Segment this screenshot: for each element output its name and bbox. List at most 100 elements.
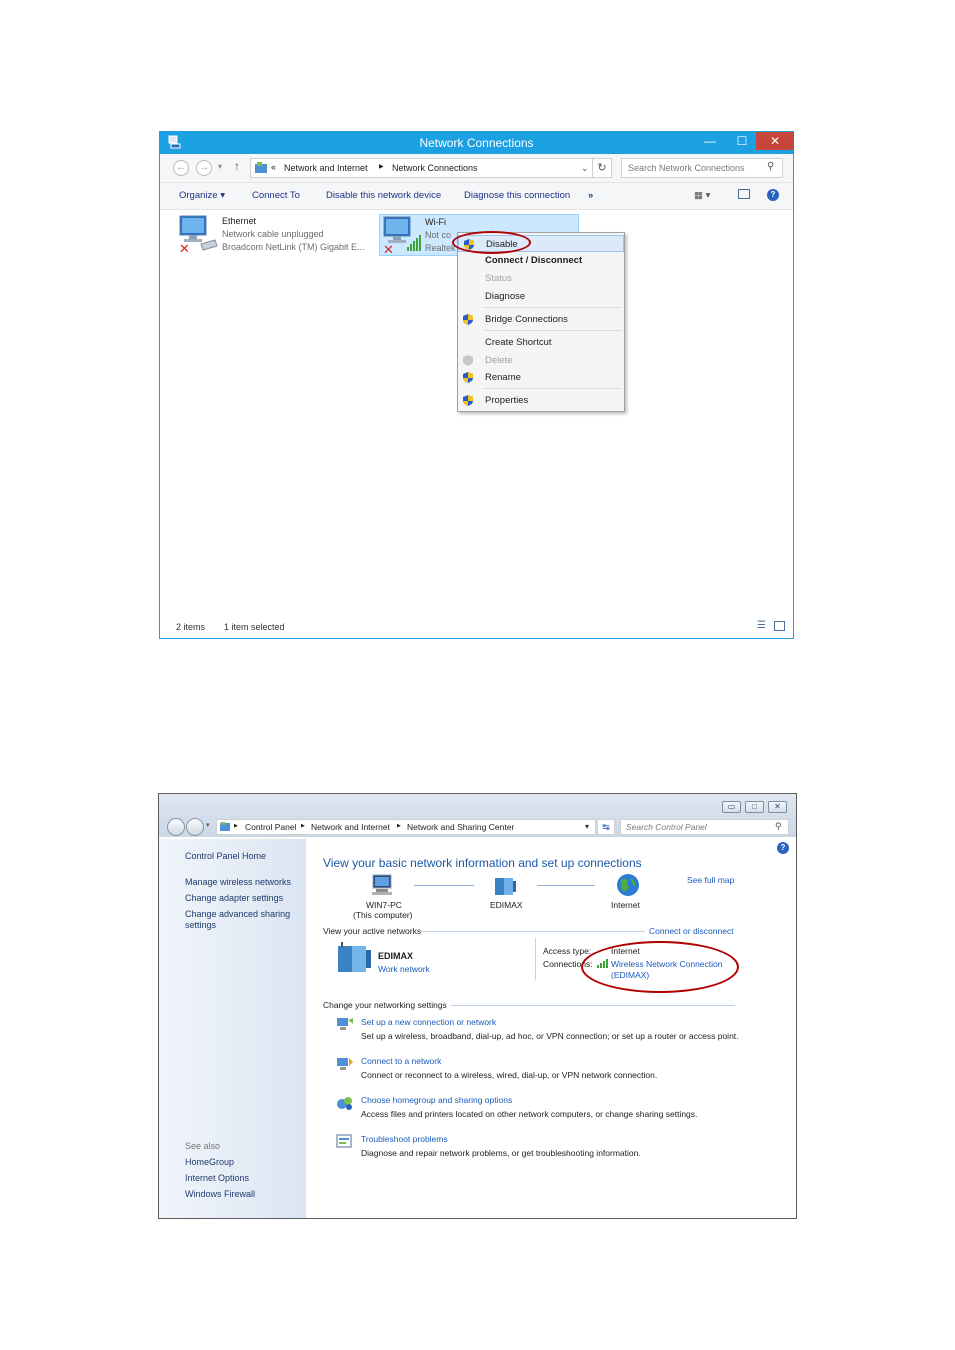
maximize-button[interactable]: ☐ (728, 132, 756, 150)
breadcrumb-separator-icon: ▶ (379, 164, 384, 170)
uac-shield-icon (463, 355, 473, 366)
left-nav-pane: Control Panel Home Manage wireless netwo… (159, 839, 306, 1218)
refresh-icon[interactable]: ↹ (597, 819, 615, 835)
preview-pane-icon[interactable] (738, 189, 750, 199)
map-connector-line (537, 885, 595, 886)
help-icon[interactable]: ? (777, 842, 789, 854)
search-icon[interactable]: ⚲ (767, 161, 774, 172)
uac-shield-icon (463, 314, 473, 325)
maximize-button[interactable]: □ (745, 801, 764, 813)
menu-item-diagnose[interactable]: Diagnose (458, 288, 624, 305)
close-button[interactable]: ✕ (756, 132, 794, 150)
svg-text:✕: ✕ (383, 243, 394, 255)
search-input[interactable]: Search Network Connections ⚲ (621, 158, 783, 178)
menu-item-connect-disconnect-label: Connect / Disconnect (485, 255, 583, 266)
ethernet-name: Ethernet (222, 216, 257, 226)
setup-connection-link[interactable]: Set up a new connection or network (361, 1017, 496, 1027)
change-advanced-sharing-link-line2[interactable]: settings (185, 920, 216, 930)
minimize-button[interactable]: ▭ (722, 801, 741, 813)
manage-wireless-networks-link[interactable]: Manage wireless networks (185, 877, 291, 887)
control-panel-icon (220, 822, 230, 831)
minimize-button[interactable]: — (696, 132, 724, 150)
breadcrumb-network-connections[interactable]: Network Connections (392, 163, 478, 173)
close-button[interactable]: ✕ (768, 801, 787, 813)
menu-item-properties-label: Properties (485, 395, 529, 406)
change-view-icon[interactable]: ▦ ▾ (694, 190, 710, 201)
troubleshoot-link[interactable]: Troubleshoot problems (361, 1134, 448, 1144)
back-arrow-icon[interactable]: ← (173, 160, 189, 176)
help-icon[interactable]: ? (767, 189, 779, 201)
breadcrumb-network-and-internet[interactable]: Network and Internet (284, 163, 368, 173)
menu-item-bridge-label: Bridge Connections (485, 314, 568, 325)
ethernet-connection-item[interactable]: ✕ Ethernet Network cable unplugged Broad… (177, 214, 377, 256)
back-arrow-icon[interactable] (167, 818, 185, 836)
address-dropdown-icon[interactable]: ▾ (585, 822, 589, 831)
menu-item-properties[interactable]: Properties (458, 392, 624, 409)
troubleshoot-icon (336, 1134, 352, 1148)
menu-item-connect-disconnect[interactable]: Connect / Disconnect (458, 252, 624, 269)
menu-item-bridge-connections[interactable]: Bridge Connections (458, 311, 624, 328)
organize-menu[interactable]: Organize ▾ (179, 190, 225, 201)
menu-item-status: Status (458, 270, 624, 287)
menu-item-delete: Delete (458, 352, 624, 369)
search-icon[interactable]: ⚲ (775, 821, 782, 832)
connect-or-disconnect-link[interactable]: Connect or disconnect (649, 926, 734, 936)
menu-item-create-shortcut-label: Create Shortcut (485, 337, 552, 348)
breadcrumb-overflow[interactable]: « (271, 162, 276, 172)
address-dropdown-icon[interactable]: ⌄ (581, 163, 589, 174)
menu-item-rename[interactable]: Rename (458, 369, 624, 386)
details-view-icon[interactable]: ☰ (757, 620, 766, 631)
vertical-divider (535, 938, 536, 980)
work-network-icon (338, 942, 371, 972)
homegroup-sharing-link[interactable]: Choose homegroup and sharing options (361, 1095, 512, 1105)
control-panel-home-link[interactable]: Control Panel Home (185, 851, 266, 861)
connect-network-description: Connect or reconnect to a wireless, wire… (361, 1070, 658, 1080)
change-adapter-settings-link[interactable]: Change adapter settings (185, 893, 283, 903)
address-box[interactable]: « Network and Internet ▶ Network Connect… (250, 158, 610, 178)
connect-network-link[interactable]: Connect to a network (361, 1056, 441, 1066)
new-connection-icon (337, 1018, 353, 1030)
status-selected-count: 1 item selected (224, 622, 285, 632)
map-connector-line (414, 885, 474, 886)
title-bar[interactable]: Network Connections — ☐ ✕ (160, 132, 794, 154)
status-item-count: 2 items (176, 622, 206, 632)
breadcrumb-sharing-center[interactable]: Network and Sharing Center (407, 822, 514, 832)
page-heading: View your basic network information and … (323, 856, 642, 870)
breadcrumb-network-and-internet[interactable]: Network and Internet (311, 822, 390, 832)
menu-separator (484, 307, 622, 308)
address-box[interactable]: ▶ Control Panel ▶ Network and Internet ▶… (216, 819, 596, 835)
context-menu: Disable Connect / Disconnect Status Diag… (457, 232, 625, 412)
see-full-map-link[interactable]: See full map (687, 875, 734, 885)
homegroup-icon (337, 1097, 352, 1110)
breadcrumb-control-panel[interactable]: Control Panel (245, 822, 297, 832)
recent-pages-chevron-icon[interactable]: ▾ (218, 162, 222, 171)
forward-arrow-icon[interactable]: → (196, 160, 212, 176)
disable-device-button[interactable]: Disable this network device (326, 190, 441, 201)
windows-firewall-link[interactable]: Windows Firewall (185, 1189, 255, 1199)
search-input[interactable]: Search Control Panel ⚲ (620, 819, 789, 835)
change-advanced-sharing-link[interactable]: Change advanced sharing (185, 909, 290, 919)
connect-to-button[interactable]: Connect To (252, 190, 300, 201)
more-commands-button[interactable]: » (588, 190, 593, 201)
homegroup-link[interactable]: HomeGroup (185, 1157, 234, 1167)
breadcrumb-separator-icon: ▶ (301, 823, 305, 829)
menu-item-create-shortcut[interactable]: Create Shortcut (458, 334, 624, 351)
recent-pages-chevron-icon[interactable]: ▾ (206, 821, 210, 829)
refresh-icon[interactable]: ↻ (592, 158, 612, 178)
change-settings-heading: Change your networking settings (323, 1000, 447, 1010)
menu-item-status-label: Status (485, 273, 512, 284)
address-bar-row: ← → ▾ ↑ « Network and Internet ▶ Network… (160, 154, 793, 183)
troubleshoot-description: Diagnose and repair network problems, or… (361, 1148, 641, 1158)
internet-options-link[interactable]: Internet Options (185, 1173, 249, 1183)
wifi-adapter-name: Realtek (425, 243, 456, 253)
up-arrow-icon[interactable]: ↑ (234, 159, 240, 173)
large-icons-view-icon[interactable] (774, 621, 785, 631)
organize-label: Organize (179, 190, 218, 201)
computer-note: (This computer) (353, 910, 413, 920)
diagnose-button[interactable]: Diagnose this connection (464, 190, 570, 201)
network-type-link[interactable]: Work network (378, 964, 430, 974)
forward-arrow-icon[interactable] (186, 818, 204, 836)
setup-connection-description: Set up a wireless, broadband, dial-up, a… (361, 1031, 739, 1041)
connection-highlight-annotation-ring (581, 941, 739, 993)
see-also-heading: See also (185, 1141, 221, 1151)
